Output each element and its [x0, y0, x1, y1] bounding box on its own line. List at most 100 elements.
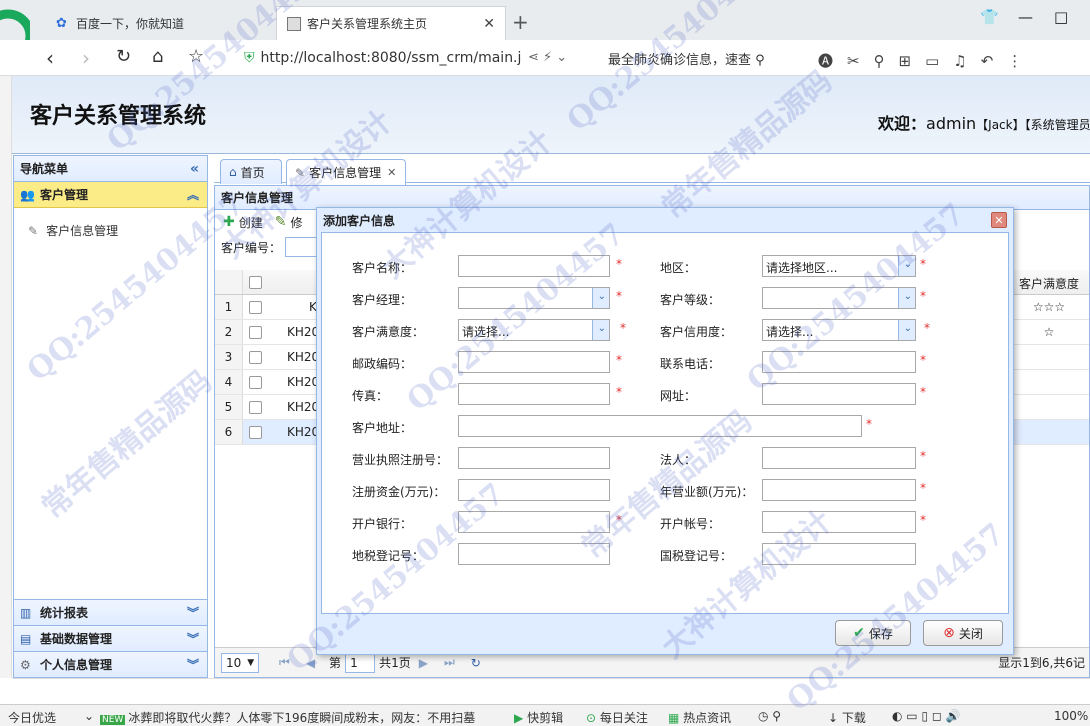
level-select[interactable]: ⌄: [762, 287, 916, 309]
customer-name-input[interactable]: [458, 255, 610, 277]
collapse-left-icon[interactable]: «: [190, 161, 199, 177]
phone-input[interactable]: [762, 351, 916, 373]
today-picks-label[interactable]: 今日优选: [8, 709, 56, 726]
last-page-icon[interactable]: ⏭: [444, 655, 455, 670]
row-number: 4: [215, 370, 243, 394]
dropdown-arrow-icon: ⌄: [903, 259, 912, 270]
close-icon[interactable]: ✕: [991, 212, 1007, 228]
close-tab-icon[interactable]: ✕: [387, 166, 396, 179]
download-icon: ↓: [828, 711, 839, 725]
legal-person-input[interactable]: [762, 447, 916, 469]
news-icon: ▦: [668, 711, 680, 725]
zoom-level[interactable]: 100%: [1054, 709, 1088, 723]
label-address: 客户地址：: [352, 421, 413, 435]
save-label: 保存: [868, 626, 893, 641]
required-mark: *: [920, 449, 926, 463]
bank-input[interactable]: [458, 511, 610, 533]
maximize-button[interactable]: □: [1054, 8, 1068, 26]
minimize-button[interactable]: —: [1018, 8, 1033, 26]
select-all-checkbox[interactable]: [249, 276, 262, 289]
browser-tab-crm[interactable]: 客户关系管理系统主页 ✕: [276, 6, 506, 40]
bookmark-star-icon[interactable]: ☆: [188, 46, 204, 67]
row-checkbox[interactable]: [249, 326, 262, 339]
home-icon[interactable]: ⌂: [152, 46, 163, 67]
credit-select[interactable]: 请选择... ⌄: [762, 319, 916, 341]
label-fax: 传真：: [352, 389, 389, 403]
download-label: 下载: [841, 711, 866, 725]
download-button[interactable]: ↓ 下载: [828, 709, 866, 726]
website-input[interactable]: [762, 383, 916, 405]
nav-section-personal[interactable]: ⚙ 个人信息管理 ︾: [14, 651, 207, 677]
satisfaction-stars: ☆☆☆: [1032, 300, 1066, 314]
nav-section-customer[interactable]: 👥 客户管理 ︽: [14, 182, 207, 208]
required-mark: *: [616, 385, 622, 399]
license-input[interactable]: [458, 447, 610, 469]
reload-icon[interactable]: ↻: [471, 656, 481, 670]
edit-button[interactable]: ✎ 修: [275, 214, 303, 231]
row-checkbox[interactable]: [249, 301, 262, 314]
create-button[interactable]: ✚ 创建: [223, 214, 263, 231]
url-text: http://localhost:8080/ssm_crm/main.j: [260, 50, 521, 66]
app-title: 客户关系管理系统: [30, 104, 207, 129]
row-checkbox[interactable]: [249, 351, 262, 364]
label-postcode: 邮政编码：: [352, 357, 413, 371]
status-misc-icons[interactable]: ◐ ▭ ▯ ◻ 🔊: [892, 709, 961, 723]
pager-info: 显示1到6,共6记: [998, 656, 1085, 670]
search-icon: ⚲: [755, 53, 765, 68]
refresh-icon[interactable]: ↻: [116, 46, 131, 67]
manager-select[interactable]: ⌄: [458, 287, 610, 309]
nav-item-customer-info[interactable]: ✎ 客户信息管理: [14, 208, 207, 239]
satisfaction-select[interactable]: 请选择... ⌄: [458, 319, 610, 341]
next-page-icon[interactable]: ▶: [419, 656, 428, 670]
row-number: 5: [215, 395, 243, 419]
nav-section-label: 统计报表: [40, 606, 89, 620]
skin-icon[interactable]: 👕: [980, 8, 999, 26]
required-mark: *: [620, 321, 626, 335]
back-icon[interactable]: ‹: [46, 46, 54, 70]
browser-toolbar-icons[interactable]: 🅐✂⚲⊞▭♫↶⋮: [818, 50, 1036, 71]
news-ticker[interactable]: NEW 冰葬即将取代火葬？人体零下196度瞬间成粉末，网友：不用扫墓: [100, 709, 475, 726]
fax-input[interactable]: [458, 383, 610, 405]
required-mark: *: [616, 353, 622, 367]
capital-input[interactable]: [458, 479, 610, 501]
national-tax-input[interactable]: [762, 543, 916, 565]
label-turnover: 年营业额(万元)：: [660, 485, 754, 499]
turnover-input[interactable]: [762, 479, 916, 501]
close-tab-icon[interactable]: ✕: [483, 16, 495, 32]
main-tabs: ⌂ 首页 ✎ 客户信息管理 ✕: [214, 155, 1090, 185]
page-number-input[interactable]: 1: [345, 652, 376, 673]
tab-home[interactable]: ⌂ 首页: [220, 159, 282, 184]
postcode-input[interactable]: [458, 351, 610, 373]
close-button[interactable]: ⊗ 关闭: [923, 620, 1003, 646]
daily-focus-button[interactable]: ⊙ 每日关注: [586, 709, 648, 726]
row-checkbox[interactable]: [249, 376, 262, 389]
first-page-icon[interactable]: ⏮: [279, 655, 290, 670]
home-icon: ⌂: [229, 165, 237, 179]
area-select[interactable]: 请选择地区... ⌄: [762, 255, 916, 277]
label-phone: 联系电话：: [660, 357, 721, 371]
row-checkbox[interactable]: [249, 426, 262, 439]
browser-tab-baidu[interactable]: ✿ 百度一下，你就知道: [46, 6, 272, 40]
address-input[interactable]: [458, 415, 862, 437]
status-tool-icons[interactable]: ◷ ⚲: [758, 709, 781, 723]
row-checkbox[interactable]: [249, 401, 262, 414]
local-tax-input[interactable]: [458, 543, 610, 565]
quick-clip-button[interactable]: ▶ 快剪辑: [514, 709, 563, 726]
share-lightning-icons[interactable]: ⋖ ⚡ ⌄: [528, 50, 567, 65]
label-manager: 客户经理：: [352, 293, 413, 307]
save-button[interactable]: ✔ 保存: [835, 620, 911, 646]
nav-section-basic-data[interactable]: ▤ 基础数据管理 ︾: [14, 625, 207, 651]
clip-icon: ▶: [514, 711, 524, 725]
account-input[interactable]: [762, 511, 916, 533]
tab-customer-info[interactable]: ✎ 客户信息管理 ✕: [286, 159, 406, 185]
forward-icon[interactable]: ›: [82, 46, 90, 70]
browser-search-field[interactable]: 最全肺炎确诊信息，速查 ⚲: [608, 49, 798, 68]
satisfaction-header[interactable]: 客户满意度: [1009, 275, 1089, 292]
hot-news-button[interactable]: ▦ 热点资讯: [668, 709, 731, 726]
nav-section-reports[interactable]: ▥ 统计报表 ︾: [14, 599, 207, 625]
chevron-down-icon: ⌄: [84, 709, 95, 723]
gear-icon: ⚙: [20, 657, 31, 672]
page-size-select[interactable]: 10 ▼: [221, 652, 259, 673]
prev-page-icon[interactable]: ◀: [306, 656, 315, 670]
new-tab-button[interactable]: +: [512, 10, 529, 34]
